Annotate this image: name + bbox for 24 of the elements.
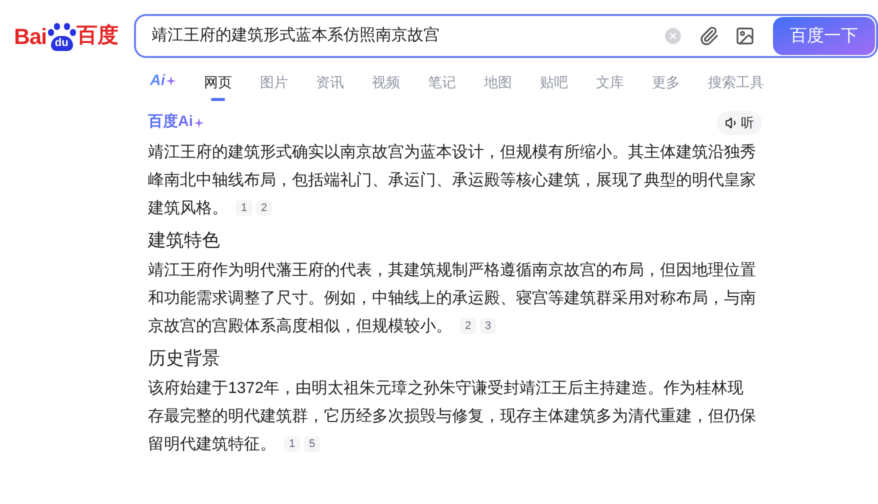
search-tab[interactable]: 图片 <box>260 72 288 100</box>
search-tab[interactable]: 文库 <box>596 72 624 100</box>
answer-paragraph: 靖江王府作为明代藩王府的代表，其建筑规制严格遵循南京故宫的布局，但因地理位置和功能需求调整了尺寸。例如，中轴线上的承运殿、寝宫等建筑群采用对称布局，与南京故宫的宫殿体系高度相似，但规模较小。 2 3 <box>148 260 757 336</box>
answer-paragraph: 该府始建于1372年，由明太祖朱元璋之孙朱守谦受封靖江王后主持建造。作为桂林现存最完整的明代建筑群，它历经多次损毁与修复，现存主体建筑多为清代重建，但仍保留明代建筑特征。 1 5 <box>148 378 757 454</box>
logo-text: 百度 <box>76 22 119 50</box>
answer-paragraph: 靖江王府的建筑形式确实以南京故宫为蓝本设计，但规模有所缩小。其主体建筑沿独秀峰南北中轴线布局，包括端礼门、承运门、承运殿等核心建筑，展现了典型的明代皇家建筑风格。 1 2 <box>148 142 757 218</box>
section-heading: 历史背景 <box>148 346 221 370</box>
search-tab[interactable]: 贴吧 <box>540 72 568 100</box>
logo-text: Bai <box>14 22 47 50</box>
image-search-icon[interactable] <box>735 26 755 46</box>
search-tab[interactable]: 搜索工具 <box>708 72 764 100</box>
search-field[interactable]: 靖江王府的建筑形式蓝本系仿照南京故宫 百度一下 <box>134 14 878 58</box>
search-tab[interactable]: 视频 <box>372 72 400 100</box>
search-tab[interactable]: 更多 <box>652 72 680 100</box>
search-tab[interactable]: 网页 <box>204 72 232 100</box>
search-tab[interactable]: 地图 <box>484 72 512 100</box>
section-heading: 建筑特色 <box>148 228 221 252</box>
sparkle-icon <box>194 118 204 128</box>
search-tab[interactable]: 笔记 <box>428 72 456 100</box>
sparkle-icon <box>166 76 176 86</box>
listen-button[interactable]: 听 <box>717 110 762 134</box>
search-button[interactable]: 百度一下 <box>773 17 875 55</box>
search-tab[interactable]: 资讯 <box>316 72 344 100</box>
attachment-icon[interactable] <box>699 26 719 46</box>
